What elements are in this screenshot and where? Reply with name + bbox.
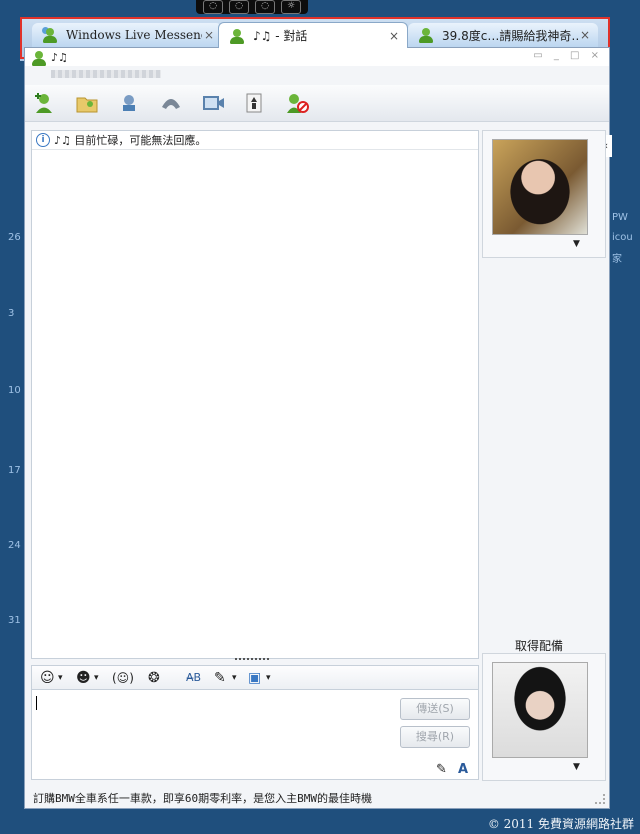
- my-display-picture[interactable]: ▼: [482, 653, 606, 781]
- tab-windows-live-messenger[interactable]: Windows Live Messenger ×: [32, 23, 222, 47]
- tab-label: Windows Live Messenger: [66, 28, 202, 42]
- chevron-down-icon[interactable]: ▾: [232, 673, 237, 683]
- buddy-icon: [31, 50, 47, 66]
- pane-splitter[interactable]: [235, 658, 269, 664]
- close-icon[interactable]: ×: [387, 29, 401, 43]
- send-button[interactable]: 傳送(S): [400, 698, 470, 720]
- taskbar-button-1[interactable]: ◌: [203, 0, 223, 14]
- block-contact-icon[interactable]: [285, 93, 309, 113]
- blurred-personal-message: [51, 70, 161, 78]
- taskbar-button-2[interactable]: ◌: [229, 0, 249, 14]
- chevron-down-icon[interactable]: ▼: [573, 239, 580, 249]
- taskbar-button-4[interactable]: ☼: [281, 0, 301, 14]
- voice-clip-icon[interactable]: ❂: [148, 670, 160, 686]
- chevron-down-icon[interactable]: ▾: [266, 673, 271, 683]
- close-icon[interactable]: ×: [578, 28, 592, 42]
- ink-toolbar: ✎ A: [31, 761, 479, 780]
- font-icon[interactable]: A: [458, 762, 468, 777]
- activities-icon[interactable]: ▣: [248, 670, 261, 686]
- taskbar-button-3[interactable]: ◌: [255, 0, 275, 14]
- webcam-call-icon[interactable]: [117, 93, 141, 113]
- tab-label: 39.8度c…請賜給我神奇…: [442, 28, 578, 43]
- conversation-window: ♪♫ ▭ _ □ × i ♪♫ 目前忙碌，可能無法回應。 ☺ ▾ ☻ ▾ (☺)…: [24, 47, 612, 809]
- tab-label: ♪♫ - 對話: [253, 29, 308, 43]
- tab-conversation-active[interactable]: ♪♫ - 對話 ×: [218, 22, 408, 48]
- chevron-down-icon[interactable]: ▾: [94, 673, 99, 683]
- games-icon[interactable]: [243, 93, 267, 113]
- window-header: ♪♫ ▭ _ □ ×: [25, 48, 609, 66]
- window-controls[interactable]: ▭ _ □ ×: [533, 50, 603, 61]
- watermark: © 2011 免費資源網路社群: [487, 817, 634, 831]
- resize-grip[interactable]: [595, 794, 605, 804]
- ad-banner-text[interactable]: 訂購BMW全車系任一車款，即享60期零利率，是您入主BMW的最佳時機: [33, 790, 372, 806]
- emoticon-icon[interactable]: ☺: [40, 670, 55, 686]
- my-photo: [492, 662, 588, 758]
- font-icon[interactable]: A̶B: [186, 671, 201, 684]
- format-toolbar: ☺ ▾ ☻ ▾ (☺) ❂ A̶B ✎ ▾ ▣ ▾: [31, 665, 479, 690]
- chevron-down-icon[interactable]: ▾: [58, 673, 63, 683]
- buddy-icon: [229, 28, 245, 44]
- buddy-icon: [418, 27, 434, 43]
- message-input[interactable]: 傳送(S) 搜尋(R): [31, 689, 479, 763]
- status-notice: i ♪♫ 目前忙碌，可能無法回應。: [32, 131, 478, 150]
- search-button[interactable]: 搜尋(R): [400, 726, 470, 748]
- buddy-icon: [42, 27, 58, 43]
- status-message: ♪♫ 目前忙碌，可能無法回應。: [54, 134, 207, 147]
- contact-display-picture[interactable]: ▼: [482, 130, 606, 258]
- nudge-icon[interactable]: (☺): [112, 671, 134, 685]
- chevron-down-icon[interactable]: ▼: [573, 762, 580, 772]
- add-contact-icon[interactable]: [33, 93, 57, 113]
- contact-name: ♪♫: [51, 50, 68, 64]
- handwriting-icon[interactable]: ✎: [436, 762, 447, 777]
- toolbar: [25, 85, 609, 122]
- wink-icon[interactable]: ☻: [76, 670, 91, 686]
- text-caret: [36, 696, 37, 710]
- taskbar-buttons[interactable]: ◌ ◌ ◌ ☼: [196, 0, 308, 14]
- phone-call-icon[interactable]: [159, 93, 183, 113]
- get-avatar-link[interactable]: 取得配備: [515, 637, 563, 654]
- background-icon[interactable]: ✎: [214, 670, 226, 686]
- share-folder-icon[interactable]: [75, 93, 99, 113]
- info-icon: i: [36, 133, 50, 147]
- tab-conversation-2[interactable]: 39.8度c…請賜給我神奇… ×: [408, 23, 598, 47]
- video-icon[interactable]: [201, 93, 225, 113]
- conversation-history[interactable]: i ♪♫ 目前忙碌，可能無法回應。: [31, 130, 479, 659]
- contact-photo: [492, 139, 588, 235]
- close-icon[interactable]: ×: [202, 28, 216, 42]
